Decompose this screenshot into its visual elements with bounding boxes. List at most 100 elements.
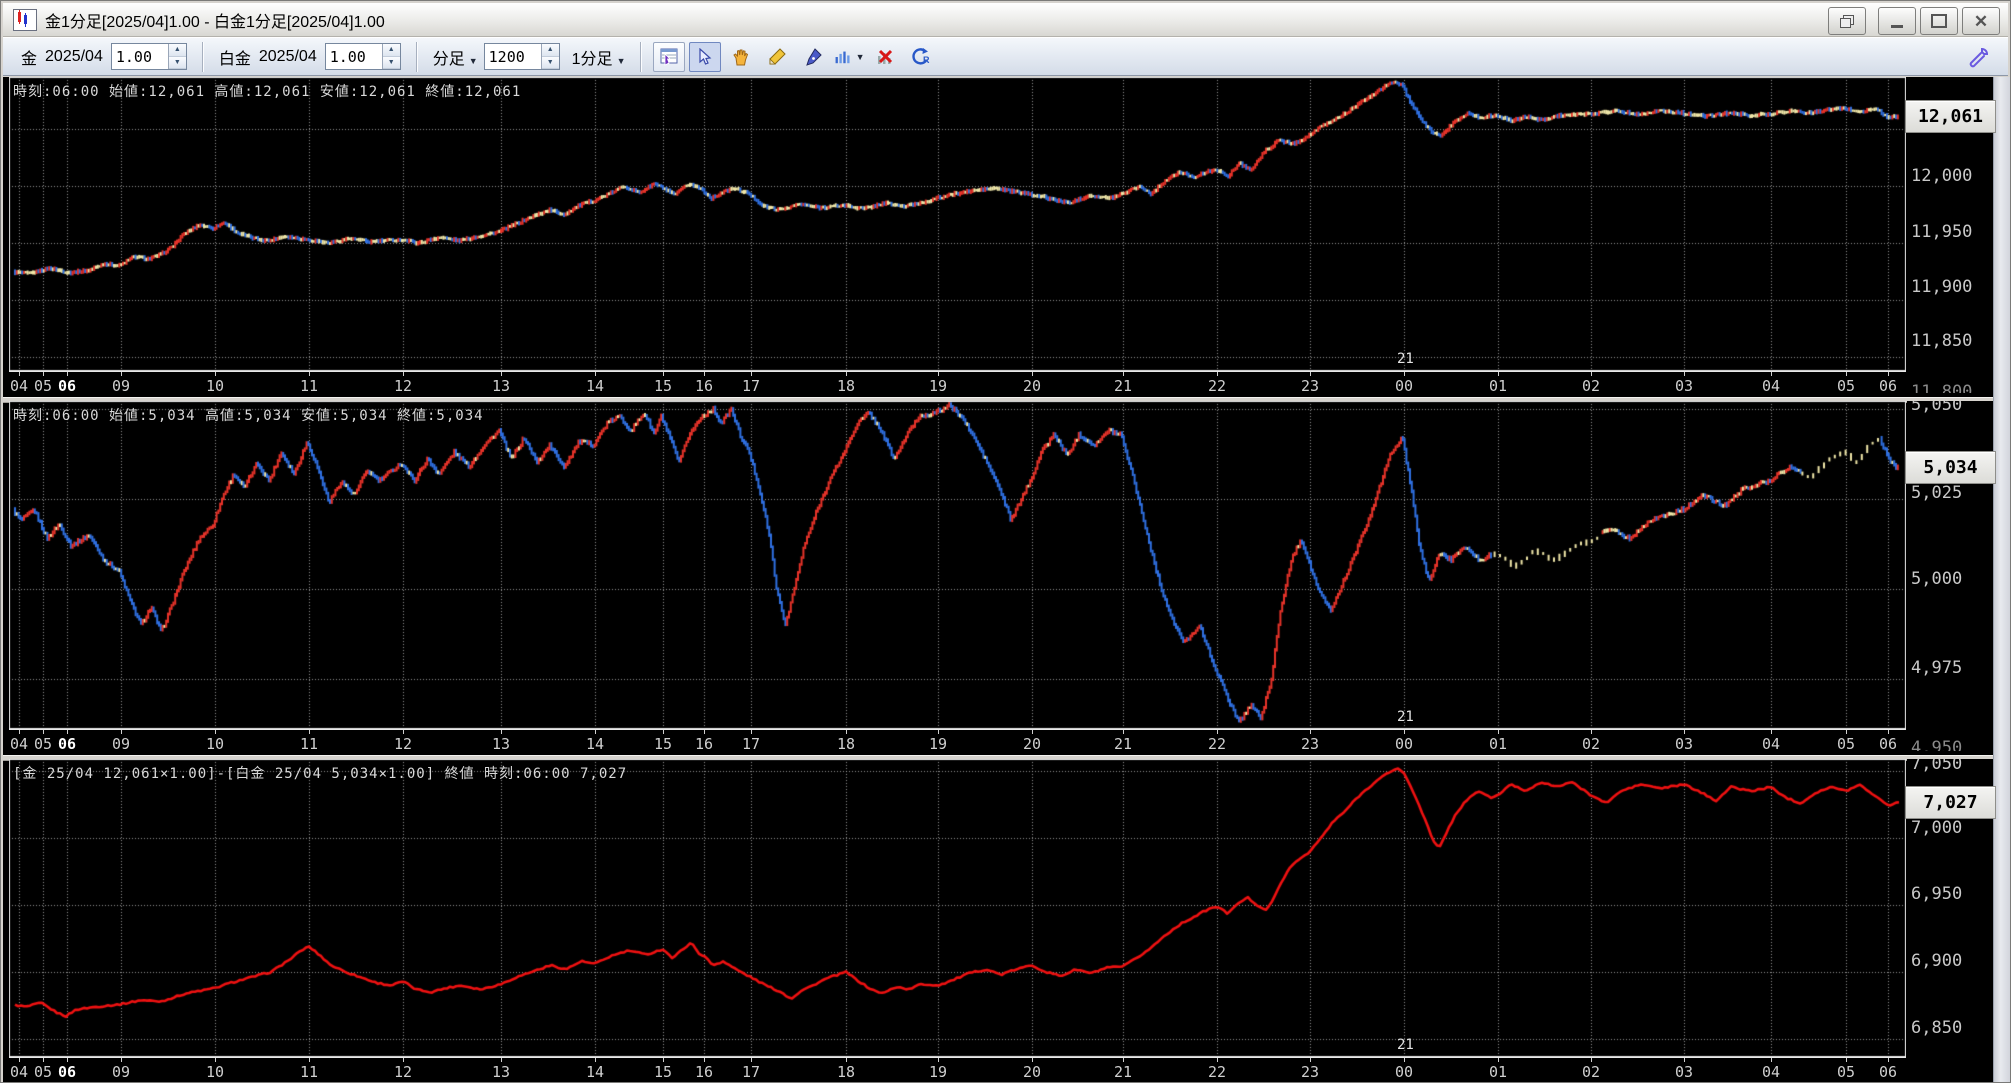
axis-tick xyxy=(121,730,122,734)
axis-hour-label: 10 xyxy=(205,377,225,395)
axis-hour-label: 19 xyxy=(928,735,948,753)
axis-tick xyxy=(501,730,502,734)
axis-hour-label: 22 xyxy=(1207,1063,1227,1081)
axis-tick xyxy=(751,1058,752,1062)
axis-tick xyxy=(1846,372,1847,376)
app-icon xyxy=(13,8,37,31)
spin-up-icon[interactable]: ▲ xyxy=(168,44,186,57)
hand-icon xyxy=(733,49,749,65)
platinum-spinner-arrows[interactable]: ▲ ▼ xyxy=(381,44,400,69)
axis-hour-label: 03 xyxy=(1674,377,1694,395)
app-window: 金1分足[2025/04]1.00 - 白金1分足[2025/04]1.00 ✕… xyxy=(0,0,2011,1083)
axis-tick xyxy=(1498,1058,1499,1062)
gold-symbol-label: 金 xyxy=(21,50,38,68)
axis-tick xyxy=(846,730,847,734)
axis-hour-label: 04 xyxy=(1761,735,1781,753)
axis-hour-label: 20 xyxy=(1022,735,1042,753)
settings-button[interactable] xyxy=(1964,43,1994,71)
axis-tick xyxy=(1888,372,1889,376)
axis-tick xyxy=(938,730,939,734)
float-window-button[interactable] xyxy=(1828,7,1866,35)
axis-hour-label: 01 xyxy=(1488,735,1508,753)
price-board-button[interactable] xyxy=(653,41,686,72)
gold-multiplier-input[interactable] xyxy=(111,44,168,69)
axis-hour-label: 17 xyxy=(741,377,761,395)
axis-tick xyxy=(1123,372,1124,376)
axis-hour-label: 06 xyxy=(57,735,77,753)
axis-hour-label: 09 xyxy=(111,735,131,753)
title-bar[interactable]: 金1分足[2025/04]1.00 - 白金1分足[2025/04]1.00 ✕ xyxy=(3,3,2008,37)
reload-button[interactable]: R xyxy=(905,42,937,72)
current-price-badge: 5,034 xyxy=(1905,450,1996,484)
spin-down-icon[interactable]: ▼ xyxy=(382,56,400,69)
axis-hour-label: 03 xyxy=(1674,735,1694,753)
axis-hour-label: 04 xyxy=(1761,1063,1781,1081)
bar-count-input[interactable] xyxy=(484,44,541,69)
chart-area: 時刻:06:00 始値:12,061 高値:12,061 安値:12,061 終… xyxy=(3,77,1996,1082)
delete-chart-icon xyxy=(878,49,893,64)
platinum-multiplier-input[interactable] xyxy=(325,44,382,69)
platinum-multiplier-spinner[interactable]: ▲▼ xyxy=(324,43,401,70)
pencil-tool-button[interactable] xyxy=(761,42,793,72)
bar-type-dropdown[interactable]: 分足 ▼ xyxy=(433,45,478,69)
close-icon: ✕ xyxy=(1973,11,1989,31)
axis-tick xyxy=(43,730,44,734)
axis-hour-label: 16 xyxy=(694,1063,714,1081)
spin-down-icon[interactable]: ▼ xyxy=(168,56,186,69)
axis-hour-label: 15 xyxy=(653,735,673,753)
gold-spinner-arrows[interactable]: ▲ ▼ xyxy=(167,44,186,69)
plot-panel-2[interactable] xyxy=(9,759,1906,1057)
spin-up-icon[interactable]: ▲ xyxy=(541,44,559,57)
plot-panel-1[interactable] xyxy=(9,401,1906,729)
plot-panel-0[interactable] xyxy=(9,77,1906,371)
price-scale-label: 11,900 xyxy=(1911,277,1973,297)
platinum-month-label: 2025/04 xyxy=(258,47,317,65)
gold-month-label: 2025/04 xyxy=(45,47,103,65)
axis-tick xyxy=(938,372,939,376)
axis-hour-label: 16 xyxy=(694,377,714,395)
cursor-tool-button[interactable] xyxy=(689,41,722,72)
spin-up-icon[interactable]: ▲ xyxy=(382,44,400,57)
chart-type-button[interactable]: ▼ xyxy=(833,42,865,72)
axis-hour-label: 04 xyxy=(1761,377,1781,395)
interval-dropdown[interactable]: 1分足 ▼ xyxy=(572,45,626,69)
price-scale-label: 6,950 xyxy=(1911,884,1963,904)
axis-hour-label: 02 xyxy=(1581,735,1601,753)
axis-hour-label: 17 xyxy=(741,1063,761,1081)
axis-hour-label: 15 xyxy=(653,377,673,395)
axis-tick xyxy=(403,372,404,376)
axis-hour-label: 14 xyxy=(585,377,605,395)
axis-hour-label: 20 xyxy=(1022,1063,1042,1081)
time-axis-0: 04 05 06 09 10 11 12 13 14 15 16 17 18 19 20 21 22 23 00 01… xyxy=(9,371,1906,398)
bar-count-spinner-arrows[interactable]: ▲ ▼ xyxy=(540,44,559,69)
axis-tick xyxy=(751,730,752,734)
minimize-button[interactable] xyxy=(1878,7,1916,35)
remove-indicator-button[interactable] xyxy=(869,42,901,72)
axis-hour-label: 13 xyxy=(491,377,511,395)
spin-down-icon[interactable]: ▼ xyxy=(541,56,559,69)
axis-hour-label: 09 xyxy=(111,1063,131,1081)
axis-tick xyxy=(1032,372,1033,376)
price-scale-label: 5,025 xyxy=(1911,483,1963,503)
chevron-down-icon: ▼ xyxy=(468,55,478,66)
axis-hour-label: 23 xyxy=(1300,1063,1320,1081)
axis-tick xyxy=(1217,372,1218,376)
axis-tick xyxy=(19,1058,20,1062)
minimize-icon xyxy=(1891,24,1903,28)
axis-tick xyxy=(846,1058,847,1062)
axis-hour-label: 05 xyxy=(33,377,53,395)
close-button[interactable]: ✕ xyxy=(1962,7,2000,35)
axis-tick xyxy=(403,1058,404,1062)
axis-tick xyxy=(215,1058,216,1062)
axis-hour-label: 04 xyxy=(9,735,29,753)
pen-tool-button[interactable] xyxy=(797,42,829,72)
bar-count-spinner[interactable]: ▲▼ xyxy=(483,43,560,70)
gold-multiplier-spinner[interactable]: ▲▼ xyxy=(110,43,187,70)
axis-tick xyxy=(1498,730,1499,734)
axis-tick xyxy=(67,730,68,734)
axis-tick xyxy=(1217,1058,1218,1062)
hand-tool-button[interactable] xyxy=(725,42,757,72)
axis-hour-label: 14 xyxy=(585,1063,605,1081)
price-scale-label: 6,850 xyxy=(1911,1018,1963,1038)
maximize-button[interactable] xyxy=(1920,7,1958,35)
